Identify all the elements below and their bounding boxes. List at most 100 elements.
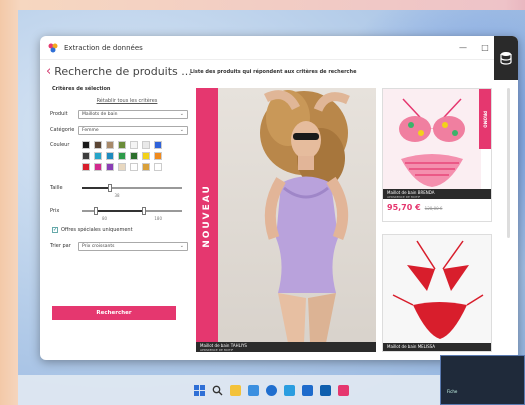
sort-select[interactable]: Prix croissants ⌄	[78, 241, 188, 251]
card-caption: Maillot de bain BRENDA APPARENCE DE MOTI…	[383, 189, 491, 199]
color-swatch[interactable]	[154, 152, 162, 160]
chevron-down-icon: ⌄	[179, 243, 184, 249]
chrome-icon[interactable]	[284, 384, 295, 396]
color-swatch[interactable]	[130, 141, 138, 149]
reset-filters-link[interactable]: Rétablir tous les critères	[66, 98, 188, 104]
product-label: Produit	[50, 111, 68, 117]
task-view-icon[interactable]	[248, 384, 259, 396]
color-swatch[interactable]	[118, 163, 126, 171]
desktop: Extraction de données — □ ✕ ‹ Recherche …	[18, 10, 525, 405]
product-card[interactable]: Maillot de bain MELISSA	[382, 234, 492, 352]
product-value: Maillots de bain	[82, 111, 118, 117]
price-slider[interactable]	[82, 206, 182, 216]
product-image-model	[260, 90, 350, 343]
new-badge: NOUVEAU	[196, 88, 218, 343]
product-image-bikini-red	[383, 235, 491, 343]
minimize-button[interactable]: —	[452, 36, 474, 60]
color-swatch[interactable]	[130, 163, 138, 171]
cart-button[interactable]	[494, 36, 518, 80]
product-row: Produit Maillots de bain ⌄	[46, 109, 188, 119]
app-window: Extraction de données — □ ✕ ‹ Recherche …	[40, 36, 518, 360]
color-swatch[interactable]	[106, 152, 114, 160]
title-bar: Extraction de données — □ ✕	[40, 36, 518, 60]
secondary-window-title: Fiche	[447, 389, 458, 394]
color-swatch[interactable]	[94, 141, 102, 149]
current-price: 95,70 €	[387, 203, 421, 212]
color-swatch[interactable]	[142, 152, 150, 160]
window-title: Extraction de données	[64, 43, 143, 52]
price-max-value: 180	[154, 216, 162, 221]
chevron-down-icon: ⌄	[179, 127, 184, 133]
page-title: Recherche de produits ...	[54, 64, 192, 78]
color-swatch[interactable]	[154, 163, 162, 171]
store-icon[interactable]	[320, 384, 331, 396]
color-swatch[interactable]	[94, 163, 102, 171]
promo-badge: PROMO	[479, 89, 491, 149]
color-swatch[interactable]	[142, 163, 150, 171]
color-swatch[interactable]	[82, 163, 90, 171]
product-sub: APPARENCE DE MOTIF	[200, 348, 234, 352]
product-select[interactable]: Maillots de bain ⌄	[78, 109, 188, 119]
category-value: Femme	[82, 127, 99, 133]
sort-row: Trier par Prix croissants ⌄	[46, 241, 188, 251]
price-values: 80 180	[82, 216, 162, 221]
category-row: Catégorie Femme ⌄	[46, 125, 188, 135]
specials-checkbox[interactable]: ✓	[52, 227, 58, 233]
chevron-down-icon: ⌄	[179, 111, 184, 117]
product-card[interactable]: PROMO Maillot de bain BRENDA APPARENCE D…	[382, 88, 492, 222]
search-button[interactable]: Rechercher	[52, 306, 176, 320]
category-label: Catégorie	[50, 127, 75, 133]
color-swatches	[82, 141, 188, 171]
color-swatch[interactable]	[94, 152, 102, 160]
file-explorer-icon[interactable]	[230, 384, 241, 396]
app-taskbar-icon[interactable]	[338, 384, 349, 396]
filters-panel: Critères de sélection Rétablir tous les …	[46, 84, 188, 358]
color-label: Couleur	[50, 142, 70, 148]
product-name: Maillot de bain MELISSA	[387, 344, 435, 349]
edge-icon[interactable]	[266, 384, 277, 396]
outlook-icon[interactable]	[302, 384, 313, 396]
secondary-window[interactable]: Fiche	[440, 355, 525, 405]
color-swatch[interactable]	[82, 141, 90, 149]
app-logo-icon	[48, 43, 58, 52]
color-swatch[interactable]	[106, 141, 114, 149]
back-chevron-icon[interactable]: ‹	[46, 65, 51, 78]
specials-label: Offres spéciales uniquement	[61, 227, 133, 233]
price-row: 95,70 € 128,00 €	[387, 203, 442, 212]
price-min-value: 80	[102, 216, 108, 221]
product-card-hero[interactable]: NOUVEAU Maillot de bain TAHLIYS APPARENC…	[196, 88, 376, 352]
page-header: ‹ Recherche de produits ... Liste des pr…	[40, 36, 518, 82]
results-scrollbar[interactable]	[507, 88, 510, 238]
size-value-row: 38	[82, 193, 152, 198]
color-swatch[interactable]	[154, 141, 162, 149]
database-icon	[500, 52, 512, 65]
color-swatch[interactable]	[118, 152, 126, 160]
price-min-thumb[interactable]	[94, 207, 98, 215]
category-select[interactable]: Femme ⌄	[78, 125, 188, 135]
sort-label: Trier par	[50, 243, 71, 249]
price-label: Prix	[50, 208, 60, 214]
new-badge-label: NOUVEAU	[202, 183, 213, 248]
maximize-button[interactable]: □	[474, 36, 496, 60]
color-swatch[interactable]	[130, 152, 138, 160]
size-slider-thumb[interactable]	[108, 184, 112, 192]
color-swatch[interactable]	[118, 141, 126, 149]
color-swatch[interactable]	[82, 152, 90, 160]
product-image-bikini-stripes	[383, 89, 481, 189]
hero-caption: Maillot de bain TAHLIYS APPARENCE DE MOT…	[196, 342, 376, 352]
size-value: 38	[114, 193, 120, 198]
results-caption: Liste des produits qui répondent aux cri…	[190, 69, 357, 75]
old-price: 128,00 €	[424, 206, 443, 211]
filters-title: Critères de sélection	[52, 86, 111, 92]
size-slider[interactable]	[82, 183, 182, 193]
results-area: NOUVEAU Maillot de bain TAHLIYS APPARENC…	[190, 84, 512, 358]
search-icon[interactable]	[212, 385, 223, 396]
color-swatch[interactable]	[106, 163, 114, 171]
product-sub: APPARENCE DE MOTIF	[387, 195, 421, 199]
start-button[interactable]	[194, 384, 205, 396]
price-max-thumb[interactable]	[142, 207, 146, 215]
sort-value: Prix croissants	[82, 243, 115, 249]
specials-checkbox-row[interactable]: ✓ Offres spéciales uniquement	[52, 227, 188, 233]
color-swatch[interactable]	[142, 141, 150, 149]
card-caption: Maillot de bain MELISSA	[383, 343, 491, 351]
